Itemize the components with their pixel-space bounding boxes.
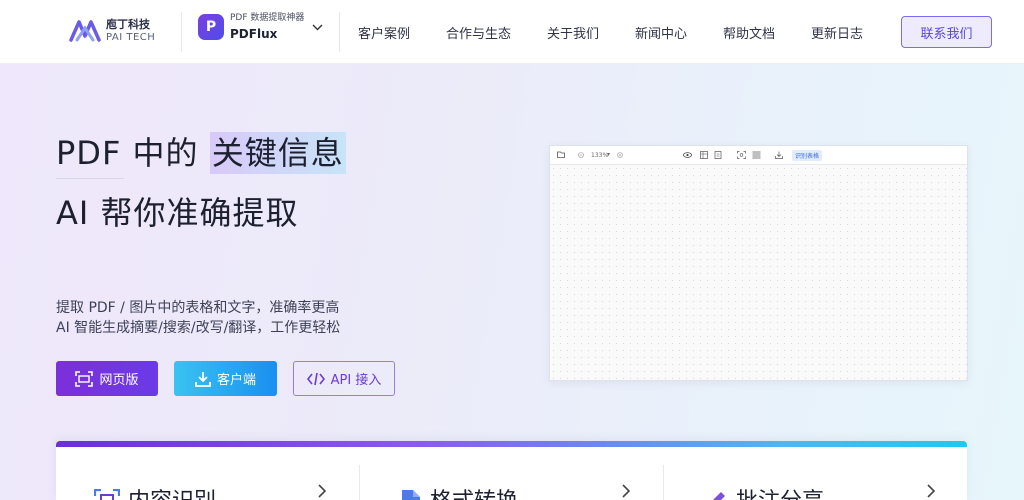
scan-icon	[93, 488, 121, 500]
hero-title-highlight: 关键信息	[209, 132, 346, 174]
card-divider	[359, 465, 360, 500]
chevron-down-icon	[312, 20, 323, 34]
export-icon[interactable]	[775, 151, 783, 159]
pdflux-icon: P	[198, 14, 224, 40]
table-select-icon[interactable]	[700, 151, 708, 159]
screenshot-icon[interactable]	[737, 151, 746, 159]
hero-desc-line-1: 提取 PDF / 图片中的表格和文字，准确率更高	[56, 300, 340, 316]
code-icon	[306, 372, 325, 386]
card-divider	[663, 465, 664, 500]
recognize-table-label: 识别表格	[795, 153, 820, 160]
zoom-dropdown-icon[interactable]: ▾	[607, 151, 610, 158]
product-name: PDFlux	[230, 27, 278, 41]
scan-icon	[75, 370, 94, 387]
zoom-in-icon[interactable]	[617, 152, 623, 158]
hero-title-prefix: PDF 中的	[56, 134, 210, 172]
api-access-button[interactable]: API 接入	[293, 361, 395, 396]
feature-cards: 内容识别 格式转换 批注分享	[56, 441, 967, 500]
nav-item-partners[interactable]: 合作与生态	[446, 23, 511, 42]
title-divider	[56, 178, 124, 179]
divider	[181, 12, 182, 52]
download-icon	[195, 371, 211, 387]
nav-item-about[interactable]: 关于我们	[547, 23, 599, 42]
preview-toolbar: 133% ▾ 识别表格	[550, 146, 967, 165]
list-icon[interactable]	[752, 151, 761, 159]
folder-icon	[557, 151, 565, 158]
desktop-client-label: 客户端	[216, 373, 256, 388]
divider	[339, 12, 340, 52]
top-navbar: 庖丁科技 PAI TECH P PDF 数据提取神器 PDFlux 客户案例 合…	[0, 0, 1024, 64]
page-icon[interactable]	[714, 151, 722, 159]
nav-item-cases[interactable]: 客户案例	[358, 23, 410, 42]
web-version-label: 网页版	[99, 373, 139, 388]
zoom-level[interactable]: 133%	[591, 152, 608, 159]
feature-title: 内容识别	[128, 483, 216, 500]
desktop-client-button[interactable]: 客户端	[174, 361, 277, 396]
brand-logo[interactable]: 庖丁科技 PAI TECH	[68, 16, 155, 46]
hero-subtitle: AI 帮你准确提取	[56, 194, 299, 232]
hero-description: 提取 PDF / 图片中的表格和文字，准确率更高 AI 智能生成摘要/搜索/改写…	[56, 298, 340, 338]
brand-name-en: PAI TECH	[106, 32, 156, 43]
nav-item-changelog[interactable]: 更新日志	[811, 23, 863, 42]
pai-tech-logo-icon	[69, 20, 101, 42]
feature-title: 批注分享	[736, 483, 824, 500]
file-icon	[400, 489, 422, 500]
pen-icon	[704, 489, 728, 500]
app-preview: 133% ▾ 识别表格	[549, 145, 968, 381]
feature-card-annotation[interactable]: 批注分享	[704, 447, 824, 500]
product-switcher[interactable]: P PDF 数据提取神器 PDFlux	[198, 14, 323, 40]
chevron-right-icon[interactable]	[622, 483, 631, 500]
feature-card-conversion[interactable]: 格式转换	[400, 447, 518, 500]
chevron-right-icon[interactable]	[318, 483, 327, 500]
feature-title: 格式转换	[430, 483, 518, 500]
contact-us-button[interactable]: 联系我们	[901, 16, 992, 48]
chevron-right-icon[interactable]	[927, 483, 936, 500]
product-subtitle: PDF 数据提取神器	[230, 13, 305, 23]
eye-icon[interactable]	[683, 152, 692, 158]
recognize-table-badge[interactable]: 识别表格	[792, 150, 823, 161]
nav-item-news[interactable]: 新闻中心	[635, 23, 687, 42]
nav-item-docs[interactable]: 帮助文档	[723, 23, 775, 42]
zoom-out-icon[interactable]	[578, 152, 584, 158]
brand-name-cn: 庖丁科技	[106, 18, 150, 31]
api-access-label: API 接入	[330, 373, 382, 388]
document-canvas[interactable]	[550, 165, 967, 380]
hero-title: PDF 中的 关键信息	[56, 128, 346, 174]
web-version-button[interactable]: 网页版	[56, 361, 158, 396]
feature-card-recognition[interactable]: 内容识别	[93, 447, 216, 500]
hero-desc-line-2: AI 智能生成摘要/搜索/改写/翻译，工作更轻松	[56, 320, 341, 336]
hero-section: PDF 中的 关键信息 AI 帮你准确提取 提取 PDF / 图片中的表格和文字…	[0, 64, 1024, 500]
